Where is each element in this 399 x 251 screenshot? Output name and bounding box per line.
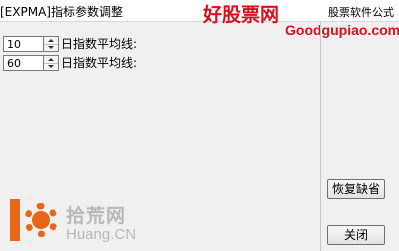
title-bar: [EXPMA]指标参数调整 好股票网 股票软件公式 — [0, 0, 399, 26]
param-1-label: 日指数平均线: — [61, 37, 138, 51]
watermark-logo: 拾荒网 Huang.CN — [10, 199, 160, 251]
panel-divider — [320, 22, 321, 251]
param-2-spin-down-button[interactable] — [44, 63, 58, 70]
param-1-spinner[interactable] — [43, 36, 59, 52]
param-1-input[interactable] — [3, 36, 43, 52]
restore-defaults-button[interactable]: 恢复缺省 — [327, 179, 385, 199]
logo-en-text: Huang.CN — [66, 226, 137, 243]
arrow-up-icon — [48, 58, 54, 61]
param-2-label: 日指数平均线: — [61, 56, 138, 70]
arrow-up-icon — [48, 39, 54, 42]
arrow-down-icon — [48, 46, 54, 49]
param-2-input[interactable] — [3, 55, 43, 71]
param-2-spinner[interactable] — [43, 55, 59, 71]
watermark-corner-text: 股票软件公式 — [328, 6, 394, 19]
logo-cn-text: 拾荒网 — [66, 205, 127, 227]
watermark-url: Goodgupiao.com — [285, 22, 399, 38]
param-1-spin-down-button[interactable] — [44, 44, 58, 51]
logo-gear-center — [32, 211, 50, 229]
arrow-down-icon — [48, 65, 54, 68]
watermark-site-name: 好股票网 — [203, 4, 280, 26]
window-title: [EXPMA]指标参数调整 — [0, 5, 123, 19]
logo-digit-one — [10, 199, 20, 241]
close-button[interactable]: 关闭 — [327, 225, 385, 245]
